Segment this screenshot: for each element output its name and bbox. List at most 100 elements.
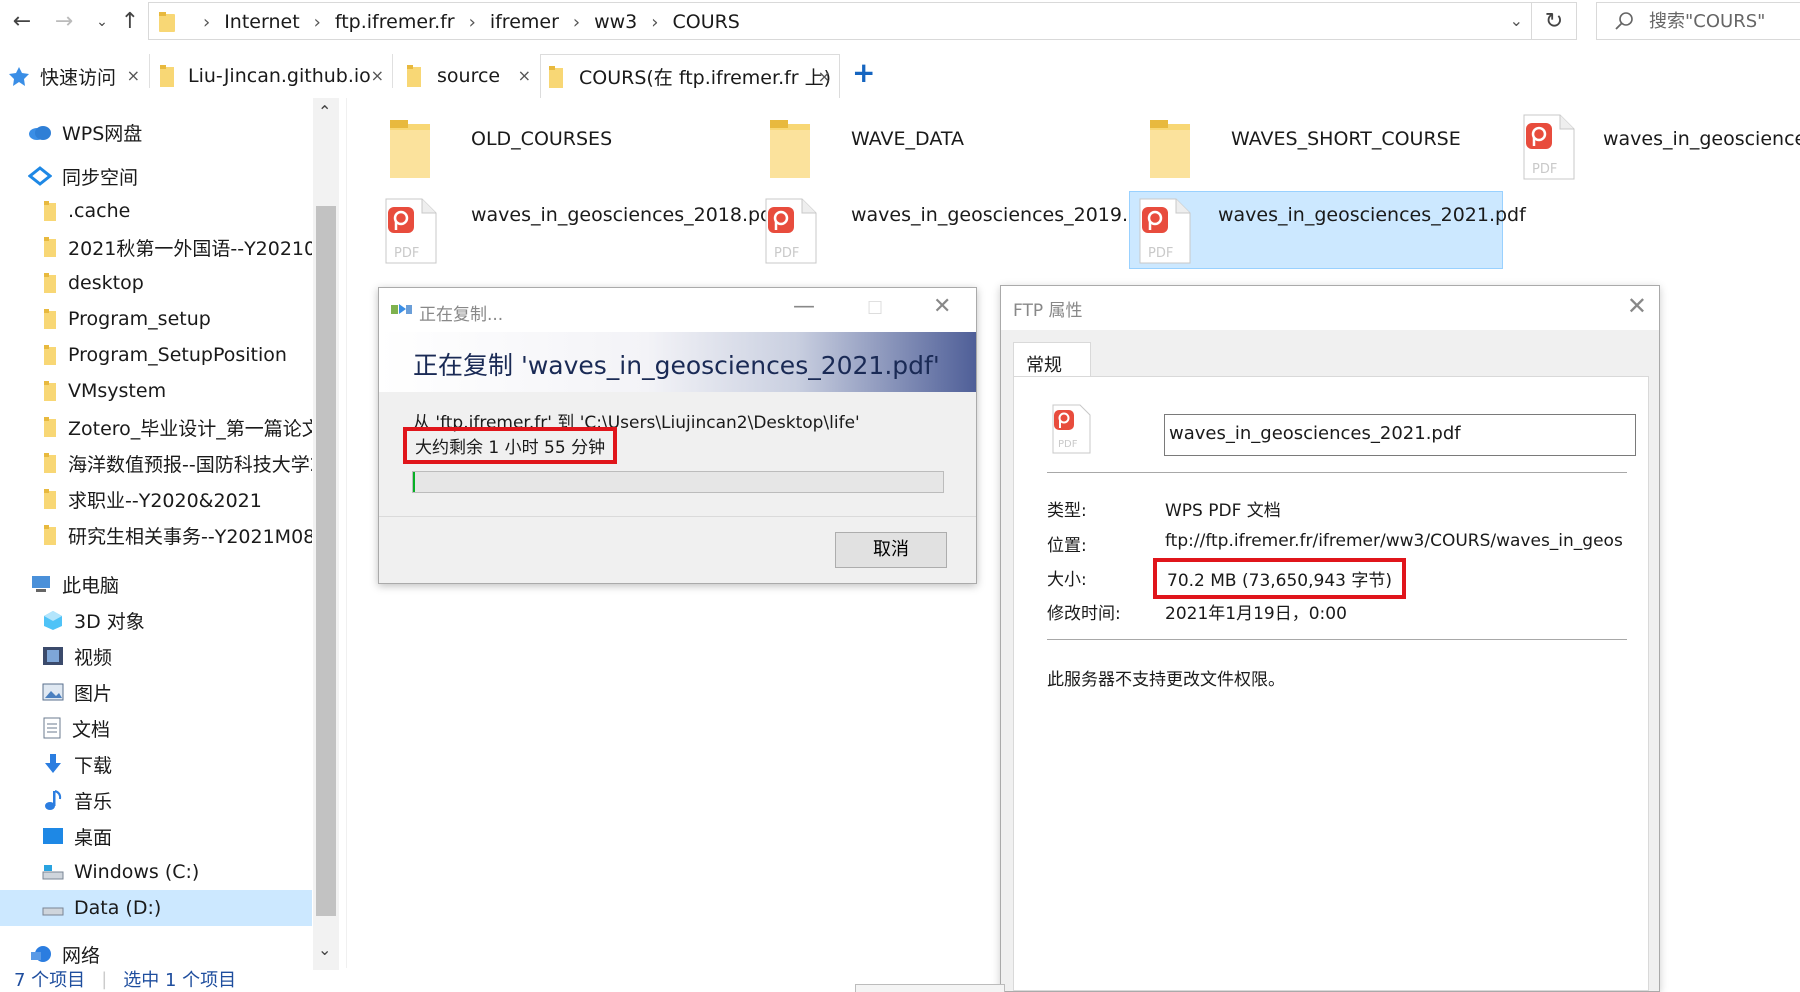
close-icon[interactable]: ✕: [933, 294, 951, 319]
tab-source[interactable]: source ×: [393, 54, 539, 98]
breadcrumb-item[interactable]: Internet: [224, 11, 299, 33]
window-edge: [855, 984, 1005, 992]
sidebar-item-pictures[interactable]: 图片: [42, 674, 112, 710]
sidebar-item-videos[interactable]: 视频: [42, 638, 112, 674]
minimize-icon[interactable]: —: [793, 294, 815, 319]
tab-general[interactable]: 常规: [1013, 342, 1091, 377]
chevron-down-icon[interactable]: ⌄: [1510, 11, 1523, 30]
sidebar-item-ocean-forecast[interactable]: 海洋数值预报--国防科技大学2: [44, 445, 312, 481]
forward-arrow-icon[interactable]: →: [50, 8, 78, 36]
folder-icon: [407, 65, 421, 87]
sidebar-item-program-setup[interactable]: Program_setup: [44, 301, 211, 337]
sidebar-item-label: 下载: [74, 754, 113, 777]
sidebar-scrollbar[interactable]: ⌃ ⌄: [313, 98, 339, 970]
chevron-right-icon[interactable]: ›: [469, 12, 476, 33]
folder-icon: [549, 65, 563, 88]
breadcrumb-item[interactable]: COURS: [672, 11, 739, 33]
file-item-waves-2018[interactable]: PDF waves_in_geosciences_2018.pdf: [375, 196, 779, 272]
chevron-down-icon[interactable]: ⌄: [318, 940, 331, 959]
tab-label: source: [437, 65, 501, 87]
chevron-right-icon[interactable]: ›: [651, 12, 658, 33]
sidebar-item-vmsystem[interactable]: VMsystem: [44, 373, 166, 409]
sidebar-item-sync-space[interactable]: 同步空间: [28, 158, 138, 194]
copy-icon: [391, 302, 413, 316]
close-icon[interactable]: ×: [371, 66, 384, 85]
sidebar-item-zotero[interactable]: Zotero_毕业设计_第一篇论文: [44, 409, 312, 445]
sidebar-item-music[interactable]: 音乐: [42, 782, 112, 818]
permission-note: 此服务器不支持更改文件权限。: [1047, 670, 1285, 690]
file-item-wave-data[interactable]: WAVE_DATA: [755, 112, 964, 188]
tab-label: 快速访问: [40, 66, 117, 89]
up-arrow-icon[interactable]: ↑: [116, 8, 144, 36]
cancel-button[interactable]: 取消: [835, 532, 947, 568]
status-bar: 7 个项目 | 选中 1 个项目: [0, 966, 600, 992]
sidebar-item-network[interactable]: 网络: [30, 936, 100, 970]
tab-quick-access[interactable]: 快速访问 ×: [0, 54, 148, 98]
file-item-waves-short-course[interactable]: WAVES_SHORT_COURSE: [1135, 112, 1461, 188]
new-tab-plus-icon[interactable]: +: [852, 56, 875, 89]
sidebar-item-documents[interactable]: 文档: [42, 710, 110, 746]
back-arrow-icon[interactable]: ←: [8, 8, 36, 36]
sidebar-item-desktop-folder[interactable]: desktop: [44, 265, 144, 301]
dialog-titlebar[interactable]: 正在复制... — ☐ ✕: [379, 288, 976, 332]
folder-icon: [44, 237, 58, 257]
file-item-waves-2021[interactable]: PDF waves_in_geosciences_2021.pdf: [1129, 191, 1526, 269]
close-icon[interactable]: ×: [518, 66, 531, 85]
folder-icon: [755, 112, 825, 182]
chevron-up-icon[interactable]: ⌃: [318, 102, 331, 121]
sidebar-item-graduate-affairs[interactable]: 研究生相关事务--Y2021M08: [44, 517, 312, 553]
drive-icon: [42, 899, 64, 917]
sidebar-item-label: 网络: [62, 944, 101, 967]
network-icon: [30, 944, 52, 964]
pdf-label: PDF: [1148, 246, 1173, 261]
sidebar-item-wps-cloud[interactable]: WPS网盘: [28, 114, 142, 150]
location-value: ftp://ftp.ifremer.fr/ifremer/ww3/COURS/w…: [1165, 531, 1623, 551]
progress-bar: [412, 471, 944, 493]
desktop-icon: [42, 827, 64, 845]
sidebar-item-drive-c[interactable]: Windows (C:): [42, 854, 199, 890]
copy-progress-dialog: 正在复制... — ☐ ✕ 正在复制 'waves_in_geosciences…: [378, 287, 977, 584]
sidebar-item-drive-d[interactable]: Data (D:): [0, 890, 312, 926]
chevron-right-icon[interactable]: ›: [573, 12, 580, 33]
sidebar-item-job[interactable]: 求职业--Y2020&2021: [44, 481, 262, 517]
breadcrumb-item[interactable]: ftp.ifremer.fr: [335, 11, 455, 33]
folder-icon: [375, 112, 445, 182]
breadcrumb-item[interactable]: ifremer: [490, 11, 559, 33]
tab-liu-jincan[interactable]: Liu-Jincan.github.io ×: [150, 54, 392, 98]
close-icon[interactable]: ×: [127, 66, 140, 85]
file-item-old-courses[interactable]: OLD_COURSES: [375, 112, 612, 188]
close-icon[interactable]: ×: [818, 67, 831, 86]
sidebar-item-3d-objects[interactable]: 3D 对象: [42, 602, 145, 638]
sidebar-item-downloads[interactable]: 下载: [42, 746, 112, 782]
file-item-waves-2019[interactable]: PDF waves_in_geosciences_2019.pdf: [755, 196, 1159, 272]
sidebar-item-label: 音乐: [74, 790, 113, 813]
scrollbar-thumb[interactable]: [316, 206, 336, 916]
tab-label: Liu-Jincan.github.io: [188, 65, 371, 87]
sidebar-item-program-setupposition[interactable]: Program_SetupPosition: [44, 337, 287, 373]
search-input[interactable]: 搜索"COURS": [1596, 2, 1800, 40]
tab-cours[interactable]: COURS(在 ftp.ifremer.fr 上) ×: [540, 54, 840, 98]
dialog-titlebar[interactable]: FTP 属性 ✕: [1001, 286, 1659, 330]
folder-icon: [1135, 112, 1205, 182]
music-icon: [42, 789, 64, 811]
sidebar-item-cache[interactable]: .cache: [44, 193, 130, 229]
chevron-right-icon[interactable]: ›: [314, 12, 321, 33]
maximize-icon: ☐: [867, 298, 884, 319]
cube-icon: [42, 609, 64, 631]
sidebar-item-desktop[interactable]: 桌面: [42, 818, 112, 854]
address-field[interactable]: › Internet › ftp.ifremer.fr › ifremer › …: [148, 2, 1531, 40]
sidebar-item-label: Zotero_毕业设计_第一篇论文: [68, 417, 312, 440]
close-icon[interactable]: ✕: [1627, 292, 1647, 320]
breadcrumb-item[interactable]: ww3: [594, 11, 637, 33]
sidebar-item-this-pc[interactable]: 此电脑: [30, 566, 119, 602]
recent-locations-chevron-icon[interactable]: ⌄: [88, 8, 116, 36]
sidebar-item-foreign-language[interactable]: 2021秋第一外国语--Y202109: [44, 229, 312, 265]
sidebar-item-label: 图片: [74, 682, 113, 705]
folder-icon: [44, 525, 58, 545]
file-item-waves-2[interactable]: PDF waves_in_geosciences_2: [1513, 112, 1800, 188]
sidebar-item-label: Windows (C:): [74, 861, 200, 883]
refresh-icon[interactable]: ↻: [1531, 2, 1577, 40]
divider: [1047, 472, 1627, 473]
filename-field[interactable]: waves_in_geosciences_2021.pdf: [1164, 414, 1636, 456]
tab-divider: [149, 54, 150, 88]
